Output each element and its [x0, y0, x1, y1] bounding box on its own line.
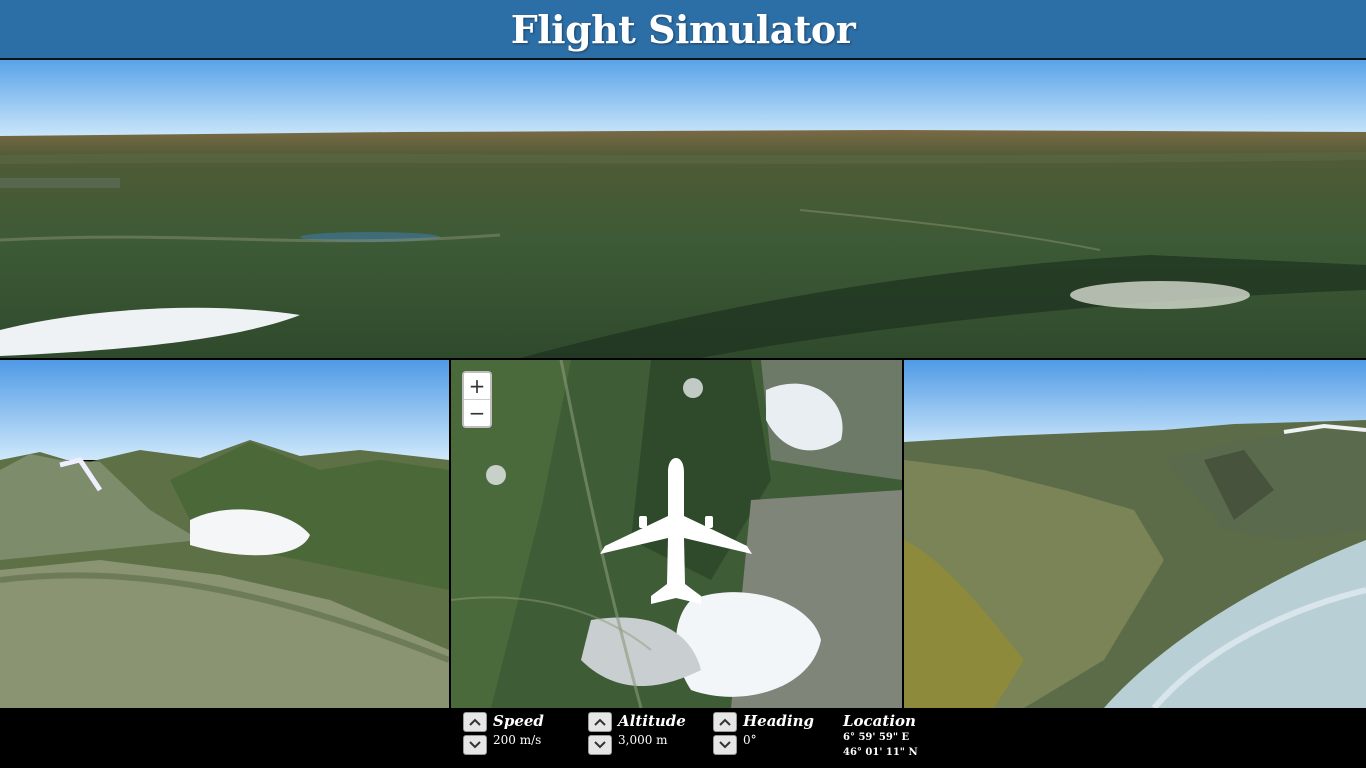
location-label: Location	[843, 712, 916, 730]
location-display: Location 6° 59' 59" E 46° 01' 11" N	[843, 712, 918, 760]
altitude-increase-button[interactable]	[588, 712, 612, 732]
speed-control: Speed 200 m/s	[463, 712, 544, 755]
heading-value: 0°	[743, 733, 757, 747]
speed-value: 200 m/s	[493, 733, 542, 747]
chevron-down-icon	[719, 741, 731, 749]
altitude-control: Altitude 3,000 m	[588, 712, 686, 755]
airplane-icon	[599, 458, 753, 614]
app-header: Flight Simulator	[0, 0, 1366, 60]
heading-control: Heading 0°	[713, 712, 814, 755]
altitude-decrease-button[interactable]	[588, 735, 612, 755]
speed-label: Speed	[493, 712, 544, 730]
forward-view[interactable]	[0, 60, 1366, 358]
speed-decrease-button[interactable]	[463, 735, 487, 755]
chevron-down-icon	[469, 741, 481, 749]
zoom-out-button[interactable]: −	[464, 399, 490, 426]
chevron-up-icon	[719, 718, 731, 726]
heading-increase-button[interactable]	[713, 712, 737, 732]
location-latitude: 46° 01' 11" N	[843, 747, 918, 758]
app-title: Flight Simulator	[510, 6, 856, 52]
chevron-up-icon	[594, 718, 606, 726]
heading-decrease-button[interactable]	[713, 735, 737, 755]
heading-label: Heading	[743, 712, 815, 730]
altitude-value: 3,000 m	[618, 733, 668, 747]
speed-increase-button[interactable]	[463, 712, 487, 732]
zoom-in-button[interactable]: +	[464, 373, 490, 399]
chevron-down-icon	[594, 741, 606, 749]
flight-controls-bar: Speed 200 m/s Altitude 3,000 m Heading 0…	[0, 708, 1366, 768]
altitude-label: Altitude	[618, 712, 686, 730]
location-longitude: 6° 59' 59" E	[843, 732, 910, 743]
left-view[interactable]	[0, 360, 449, 708]
map-view[interactable]: + −	[451, 360, 902, 708]
chevron-up-icon	[469, 718, 481, 726]
right-view[interactable]	[904, 360, 1366, 708]
map-zoom-control: + −	[462, 371, 492, 428]
